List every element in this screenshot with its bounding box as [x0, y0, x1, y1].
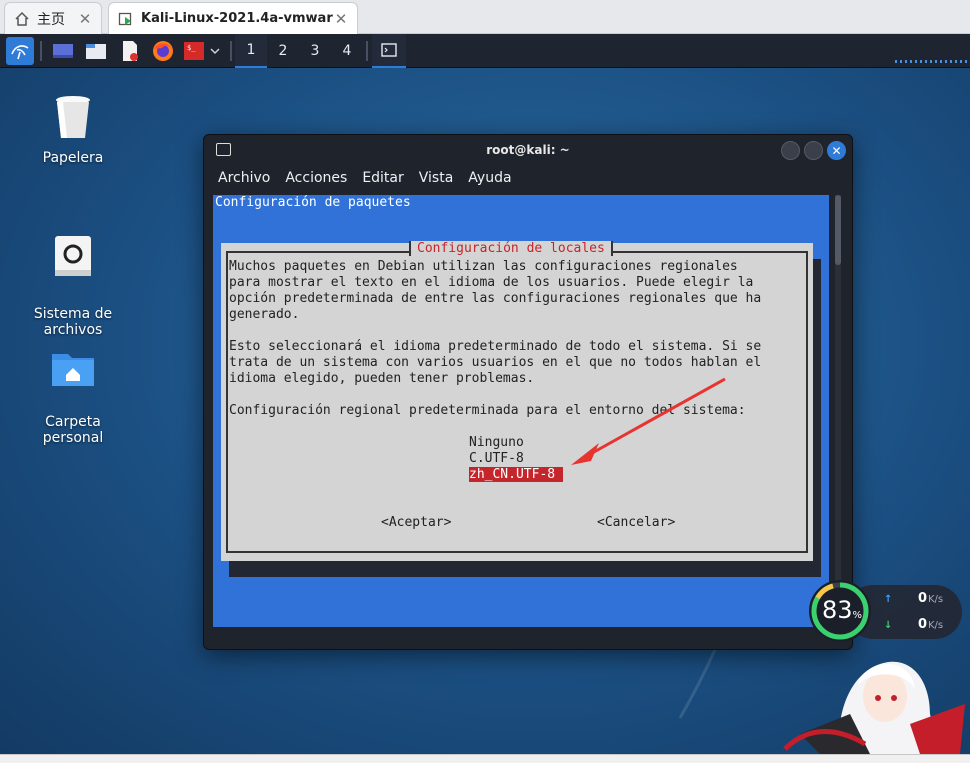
download-unit: K/s — [928, 620, 944, 631]
host-taskbar — [0, 754, 970, 763]
red-arrow-annotation — [571, 377, 726, 465]
package-config-title: Configuración de paquetes — [215, 195, 411, 210]
terminal-window-icon — [216, 143, 231, 156]
workspace-3[interactable]: 3 — [299, 34, 331, 68]
desktop-icon[interactable] — [50, 38, 76, 64]
chevron-down-icon[interactable] — [206, 38, 224, 64]
firefox-icon[interactable] — [150, 38, 176, 64]
terminal-titlebar[interactable]: root@kali: ~ ✕ — [204, 135, 852, 165]
cpu-graph — [895, 60, 967, 63]
vm-icon — [117, 10, 135, 28]
file-manager-icon[interactable] — [83, 38, 109, 64]
upload-arrow-icon: ↑ — [884, 594, 893, 605]
cpu-percent-group: 83% — [822, 596, 862, 624]
desktop-icon-home-label: Carpeta personal — [42, 414, 104, 446]
panel-separator — [230, 41, 232, 61]
accept-button[interactable]: <Aceptar> — [381, 515, 451, 530]
locale-option-ninguno[interactable]: Ninguno — [469, 435, 524, 450]
terminal-title: root@kali: ~ — [486, 143, 570, 157]
terminal-window-icon — [381, 43, 397, 57]
download-row: ↓ 0 K/s — [884, 617, 943, 632]
panel-separator — [366, 41, 368, 61]
maximize-button[interactable] — [804, 141, 823, 160]
kali-menu-icon[interactable] — [6, 37, 34, 65]
taskbar-terminal-button[interactable] — [372, 34, 406, 68]
tab-vm-close-icon[interactable]: ✕ — [333, 10, 349, 28]
upload-unit: K/s — [928, 594, 944, 605]
workspace-2[interactable]: 2 — [267, 34, 299, 68]
terminal-window: root@kali: ~ ✕ Archivo Acciones Editar V… — [203, 134, 853, 650]
locale-option-zh-cn-utf8[interactable]: zh_CN.UTF-8 — [469, 467, 564, 482]
menu-editar[interactable]: Editar — [362, 170, 403, 186]
tab-vm-label: Kali-Linux-2021.4a-vmware-... — [141, 11, 333, 26]
upload-value: 0 — [918, 591, 928, 606]
mascot-image — [783, 661, 965, 754]
desktop-icon-trash[interactable]: Papelera — [18, 94, 128, 166]
home-icon — [13, 10, 31, 28]
browser-tab-strip: 主页 ✕ Kali-Linux-2021.4a-vmware-... ✕ — [0, 0, 970, 34]
scrollbar-thumb[interactable] — [835, 195, 841, 265]
minimize-button[interactable] — [781, 141, 800, 160]
panel-separator — [40, 41, 42, 61]
menu-acciones[interactable]: Acciones — [285, 170, 347, 186]
workspace-1[interactable]: 1 — [235, 34, 267, 68]
terminal-scrollbar[interactable] — [835, 195, 841, 627]
tab-home-label: 主页 — [37, 11, 65, 28]
desktop-icon-trash-label: Papelera — [42, 150, 104, 166]
svg-text:$_: $_ — [187, 44, 196, 52]
terminal-content[interactable]: Configuración de paquetes Configuración … — [213, 195, 829, 627]
top-panel: $_ 1 2 3 4 — [0, 34, 970, 68]
drive-icon — [18, 218, 128, 284]
home-folder-icon — [18, 332, 128, 392]
menu-archivo[interactable]: Archivo — [218, 170, 270, 186]
terminal-icon[interactable]: $_ — [181, 38, 207, 64]
desktop-icon-home[interactable]: Carpeta personal — [18, 316, 128, 446]
net-monitor-widget[interactable]: 83% ↑ 0 K/s ↓ 0 K/s — [806, 578, 962, 644]
tab-home[interactable]: 主页 ✕ — [4, 2, 102, 34]
tab-vm[interactable]: Kali-Linux-2021.4a-vmware-... ✕ — [108, 2, 358, 34]
upload-row: ↑ 0 K/s — [884, 591, 943, 606]
terminal-menubar: Archivo Acciones Editar Vista Ayuda — [204, 165, 852, 191]
dialog-paragraph-1: Muchos paquetes en Debian utilizan las c… — [229, 259, 762, 322]
close-button[interactable]: ✕ — [827, 141, 846, 160]
dialog-title: Configuración de locales — [409, 241, 613, 256]
download-arrow-icon: ↓ — [884, 620, 893, 631]
tab-home-close-icon[interactable]: ✕ — [77, 10, 93, 28]
cpu-percent: 83 — [822, 596, 853, 624]
locale-option-c-utf8[interactable]: C.UTF-8 — [469, 451, 524, 466]
cpu-percent-sign: % — [852, 610, 863, 621]
trash-icon — [18, 94, 128, 144]
download-value: 0 — [918, 617, 928, 632]
workspace-4[interactable]: 4 — [331, 34, 363, 68]
text-editor-icon[interactable] — [117, 38, 143, 64]
cancel-button[interactable]: <Cancelar> — [597, 515, 675, 530]
menu-ayuda[interactable]: Ayuda — [468, 170, 511, 186]
menu-vista[interactable]: Vista — [419, 170, 454, 186]
